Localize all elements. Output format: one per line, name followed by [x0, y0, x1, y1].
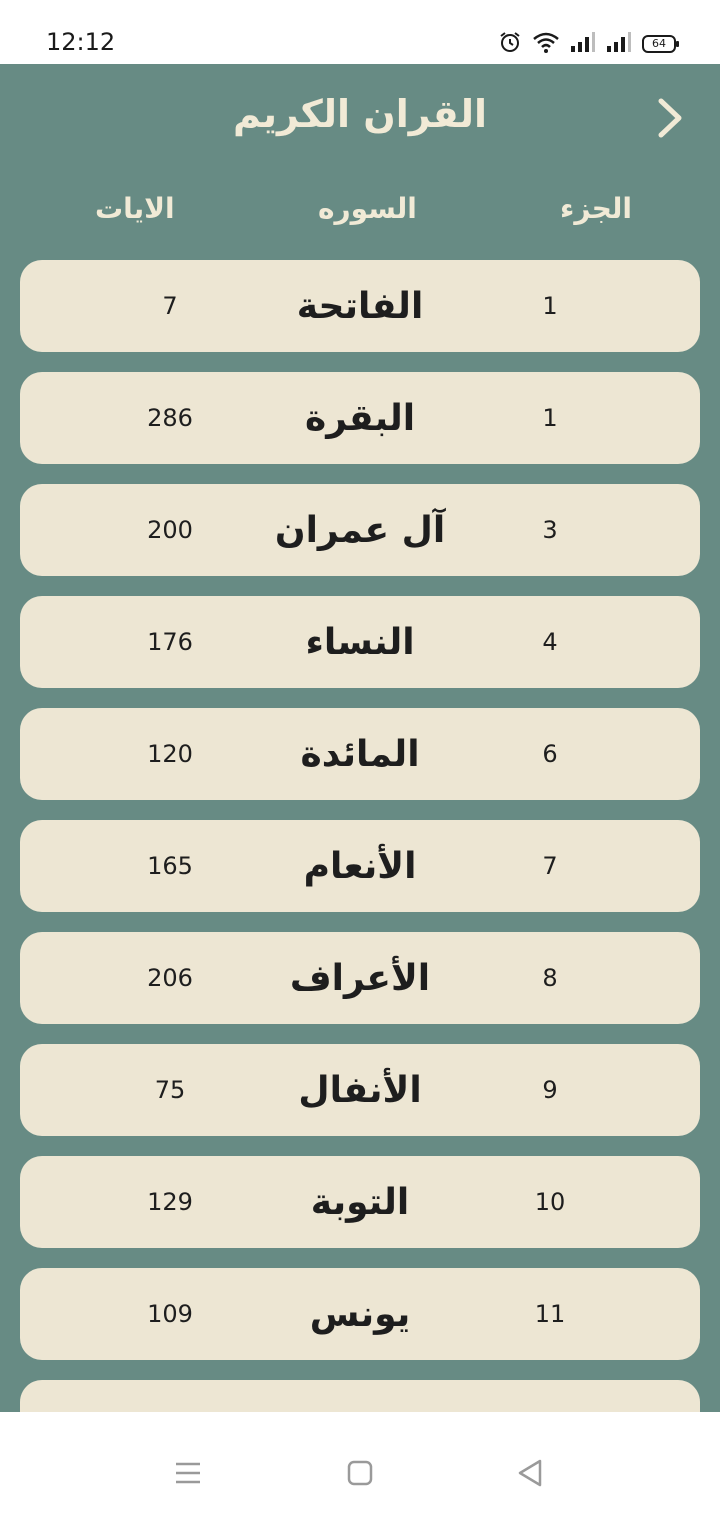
surah-row[interactable]: 4 النساء 176 [20, 596, 700, 688]
ayat-count: 200 [147, 516, 193, 544]
juz-number: 6 [542, 740, 558, 768]
menu-button[interactable] [168, 1458, 208, 1492]
home-icon [347, 1460, 373, 1490]
surah-row[interactable]: 11 يونس 109 [20, 1268, 700, 1360]
surah-row[interactable]: 1 الفاتحة 7 [20, 260, 700, 352]
surah-row[interactable]: 9 الأنفال 75 [20, 1044, 700, 1136]
menu-icon [174, 1460, 202, 1490]
signal-icon [606, 31, 632, 57]
ayat-count: 286 [147, 404, 193, 432]
surah-row-partial[interactable] [20, 1380, 700, 1412]
surah-name: الأنفال [298, 1069, 422, 1111]
column-header-surah: السوره [318, 192, 417, 225]
status-icons: 64 [498, 30, 679, 58]
juz-number: 10 [534, 1188, 566, 1216]
surah-row[interactable]: 7 الأنعام 165 [20, 820, 700, 912]
juz-number: 9 [542, 1076, 558, 1104]
back-triangle-icon [516, 1458, 544, 1492]
juz-number: 3 [542, 516, 558, 544]
home-button[interactable] [340, 1458, 380, 1492]
wifi-icon [532, 30, 560, 58]
status-time: 12:12 [46, 28, 116, 56]
juz-number: 1 [542, 292, 558, 320]
juz-number: 7 [542, 852, 558, 880]
surah-name: يونس [309, 1293, 411, 1335]
surah-row[interactable]: 1 البقرة 286 [20, 372, 700, 464]
juz-number: 8 [542, 964, 558, 992]
ayat-count: 176 [147, 628, 193, 656]
juz-number: 4 [542, 628, 558, 656]
signal-icon [570, 31, 596, 57]
nav-back-button[interactable] [510, 1458, 550, 1492]
ayat-count: 129 [147, 1188, 193, 1216]
ayat-count: 7 [162, 292, 178, 320]
ayat-count: 120 [147, 740, 193, 768]
battery-icon: 64 [642, 35, 679, 53]
surah-name: البقرة [304, 397, 416, 439]
ayat-count: 75 [154, 1076, 186, 1104]
ayat-count: 165 [147, 852, 193, 880]
surah-list: 1 الفاتحة 7 1 البقرة 286 3 آل عمران 200 … [20, 260, 700, 1412]
ayat-count: 109 [147, 1300, 193, 1328]
page-title: القران الكريم [232, 92, 488, 136]
surah-name: النساء [305, 621, 415, 663]
juz-number: 1 [542, 404, 558, 432]
surah-name: المائدة [300, 733, 420, 775]
status-bar: 12:12 64 [0, 0, 720, 64]
surah-row[interactable]: 6 المائدة 120 [20, 708, 700, 800]
surah-name: الأنعام [303, 845, 417, 887]
alarm-icon [498, 30, 522, 58]
back-button[interactable] [648, 98, 692, 142]
column-header-juz: الجزء [560, 192, 633, 225]
surah-row[interactable]: 3 آل عمران 200 [20, 484, 700, 576]
surah-row[interactable]: 10 التوبة 129 [20, 1156, 700, 1248]
system-nav-bar [0, 1412, 720, 1520]
surah-name: الأعراف [289, 957, 431, 999]
surah-name: آل عمران [274, 509, 446, 551]
surah-list-screen: القران الكريم الجزء السوره الايات 1 الفا… [0, 64, 720, 1412]
ayat-count: 206 [147, 964, 193, 992]
column-header-ayat: الايات [95, 192, 175, 225]
surah-row[interactable]: 8 الأعراف 206 [20, 932, 700, 1024]
surah-name: التوبة [310, 1181, 410, 1223]
juz-number: 11 [534, 1300, 566, 1328]
chevron-right-icon [655, 97, 685, 143]
surah-name: الفاتحة [296, 285, 424, 327]
